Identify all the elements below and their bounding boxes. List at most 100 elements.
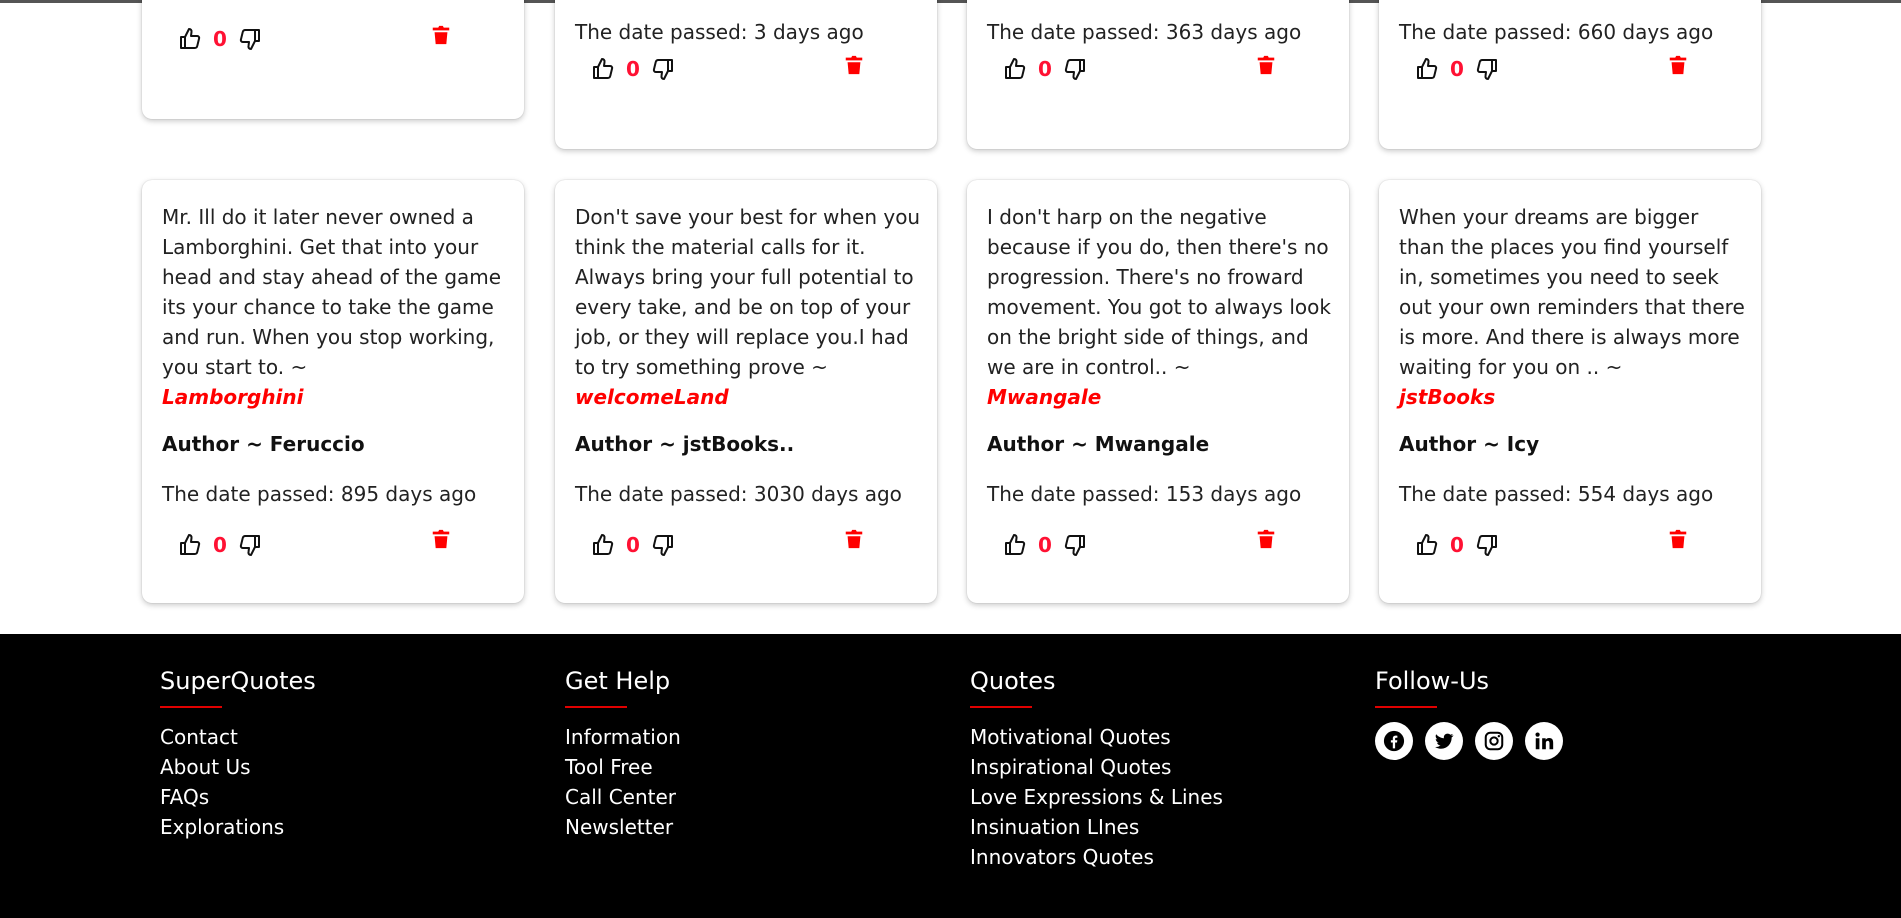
like-count: 0	[1450, 533, 1464, 557]
footer-link-inspirational[interactable]: Inspirational Quotes	[970, 752, 1223, 782]
thumbs-up-icon[interactable]	[1003, 533, 1027, 557]
quote-author: Author ~ Feruccio	[162, 432, 365, 456]
like-count: 0	[1038, 57, 1052, 81]
thumbs-down-icon[interactable]	[1475, 57, 1499, 81]
thumbs-up-icon[interactable]	[1415, 57, 1439, 81]
trash-icon[interactable]	[1255, 528, 1277, 554]
quote-author: Author ~ Mwangale	[987, 432, 1210, 456]
twitter-icon[interactable]	[1425, 722, 1463, 760]
vote-actions: 0	[1415, 530, 1499, 560]
thumbs-up-icon[interactable]	[1415, 533, 1439, 557]
footer-link-information[interactable]: Information	[565, 722, 681, 752]
date-passed: The date passed: 660 days ago	[1399, 20, 1714, 44]
trash-icon[interactable]	[430, 24, 452, 50]
thumbs-up-icon[interactable]	[591, 57, 615, 81]
date-passed: The date passed: 3 days ago	[575, 20, 864, 44]
footer-link-explorations[interactable]: Explorations	[160, 812, 316, 842]
like-count: 0	[626, 533, 640, 557]
quote-tag[interactable]: jstBooks	[1399, 385, 1495, 409]
footer-link-motivational[interactable]: Motivational Quotes	[970, 722, 1223, 752]
quote-card: I don't harp on the negative because if …	[967, 180, 1349, 603]
thumbs-up-icon[interactable]	[1003, 57, 1027, 81]
thumbs-down-icon[interactable]	[238, 27, 262, 51]
footer-link-innovators[interactable]: Innovators Quotes	[970, 842, 1223, 872]
heading-underline	[1375, 706, 1437, 708]
instagram-icon[interactable]	[1475, 722, 1513, 760]
site-footer: SuperQuotes Contact About Us FAQs Explor…	[0, 634, 1901, 918]
quote-body: Don't save your best for when you think …	[575, 205, 921, 379]
footer-col-superquotes: SuperQuotes Contact About Us FAQs Explor…	[160, 664, 316, 842]
quote-body: Mr. Ill do it later never owned a Lambor…	[162, 205, 502, 379]
quote-author: Author ~ jstBooks..	[575, 432, 795, 456]
thumbs-down-icon[interactable]	[1475, 533, 1499, 557]
quote-text: Don't save your best for when you think …	[575, 202, 921, 412]
quote-author: Author ~ Icy	[1399, 432, 1540, 456]
vote-actions: 0	[1003, 54, 1087, 84]
like-count: 0	[1038, 533, 1052, 557]
social-links	[1375, 722, 1563, 760]
thumbs-down-icon[interactable]	[1063, 533, 1087, 557]
footer-link-call-center[interactable]: Call Center	[565, 782, 681, 812]
facebook-icon[interactable]	[1375, 722, 1413, 760]
thumbs-up-icon[interactable]	[178, 27, 202, 51]
footer-link-faqs[interactable]: FAQs	[160, 782, 316, 812]
trash-icon[interactable]	[1667, 528, 1689, 554]
heading-underline	[565, 706, 627, 708]
footer-link-toll-free[interactable]: Tool Free	[565, 752, 681, 782]
footer-col-help: Get Help Information Tool Free Call Cent…	[565, 664, 681, 842]
quote-card: The date passed: 660 days ago 0	[1379, 0, 1761, 149]
vote-actions: 0	[1003, 530, 1087, 560]
thumbs-up-icon[interactable]	[591, 533, 615, 557]
footer-heading: Get Help	[565, 667, 671, 695]
quote-text: I don't harp on the negative because if …	[987, 202, 1333, 412]
vote-actions: 0	[1415, 54, 1499, 84]
quote-card: The date passed: 363 days ago 0	[967, 0, 1349, 149]
quote-card: 0	[142, 0, 524, 119]
date-passed: The date passed: 554 days ago	[1399, 482, 1714, 506]
quote-card: When your dreams are bigger than the pla…	[1379, 180, 1761, 603]
footer-col-quotes: Quotes Motivational Quotes Inspirational…	[970, 664, 1223, 872]
quote-card: Don't save your best for when you think …	[555, 180, 937, 603]
quote-tag[interactable]: Lamborghini	[162, 385, 304, 409]
trash-icon[interactable]	[1255, 54, 1277, 80]
footer-heading: Quotes	[970, 667, 1056, 695]
thumbs-up-icon[interactable]	[178, 533, 202, 557]
thumbs-down-icon[interactable]	[238, 533, 262, 557]
like-count: 0	[213, 533, 227, 557]
footer-link-contact[interactable]: Contact	[160, 722, 316, 752]
quote-card: Mr. Ill do it later never owned a Lambor…	[142, 180, 524, 603]
date-passed: The date passed: 153 days ago	[987, 482, 1302, 506]
thumbs-down-icon[interactable]	[1063, 57, 1087, 81]
footer-link-insinuation[interactable]: Insinuation LInes	[970, 812, 1223, 842]
footer-link-about[interactable]: About Us	[160, 752, 316, 782]
footer-heading: Follow-Us	[1375, 667, 1490, 695]
date-passed: The date passed: 3030 days ago	[575, 482, 902, 506]
quote-tag[interactable]: Mwangale	[987, 385, 1101, 409]
vote-actions: 0	[591, 530, 675, 560]
like-count: 0	[213, 27, 227, 51]
trash-icon[interactable]	[843, 528, 865, 554]
quote-text: When your dreams are bigger than the pla…	[1399, 202, 1745, 412]
trash-icon[interactable]	[843, 54, 865, 80]
like-count: 0	[1450, 57, 1464, 81]
footer-col-follow: Follow-Us	[1375, 664, 1563, 760]
quote-tag[interactable]: welcomeLand	[575, 385, 729, 409]
footer-heading: SuperQuotes	[160, 667, 316, 695]
footer-link-love[interactable]: Love Expressions & Lines	[970, 782, 1223, 812]
quote-body: When your dreams are bigger than the pla…	[1399, 205, 1745, 379]
date-passed: The date passed: 363 days ago	[987, 20, 1302, 44]
quote-card: The date passed: 3 days ago 0	[555, 0, 937, 149]
vote-actions: 0	[178, 530, 262, 560]
trash-icon[interactable]	[430, 528, 452, 554]
vote-actions: 0	[178, 24, 262, 54]
footer-link-newsletter[interactable]: Newsletter	[565, 812, 681, 842]
like-count: 0	[626, 57, 640, 81]
linkedin-icon[interactable]	[1525, 722, 1563, 760]
heading-underline	[160, 706, 222, 708]
trash-icon[interactable]	[1667, 54, 1689, 80]
thumbs-down-icon[interactable]	[651, 533, 675, 557]
date-passed: The date passed: 895 days ago	[162, 482, 477, 506]
thumbs-down-icon[interactable]	[651, 57, 675, 81]
quote-body: I don't harp on the negative because if …	[987, 205, 1331, 379]
vote-actions: 0	[591, 54, 675, 84]
